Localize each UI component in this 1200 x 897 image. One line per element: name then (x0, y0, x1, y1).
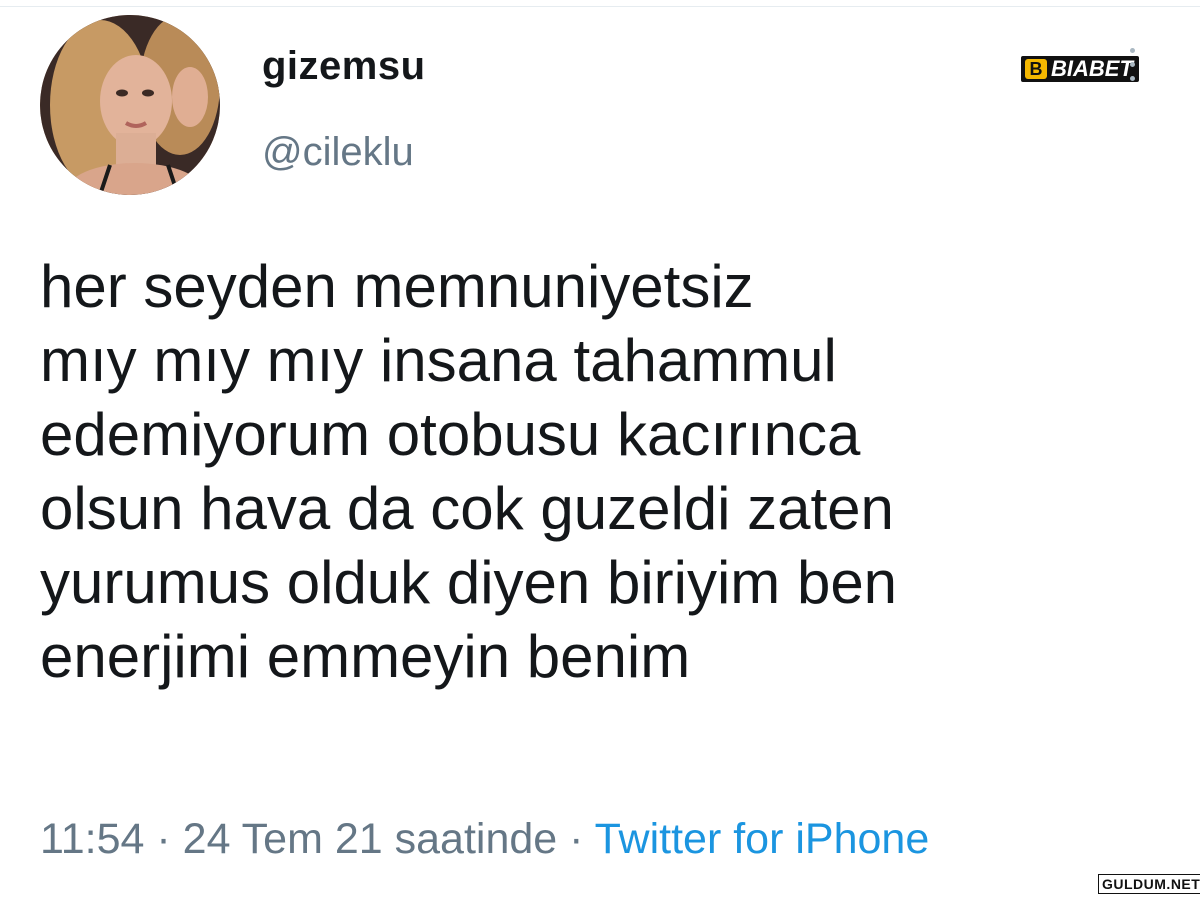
avatar[interactable] (40, 15, 220, 195)
tweet-text-line: olsun hava da cok guzeldi zaten (40, 475, 894, 542)
tweet-time[interactable]: 11:54 (40, 815, 144, 863)
biabet-logo-icon: B (1025, 59, 1047, 79)
tweet-text-line: her seyden memnuniyetsiz (40, 253, 754, 320)
author-display-name[interactable]: gizemsu (262, 44, 426, 89)
tweet-text-line: edemiyorum otobusu kacırınca (40, 401, 861, 468)
guldum-watermark: GULDUM.NET (1098, 874, 1200, 894)
avatar-photo (40, 15, 220, 195)
meta-separator: · (569, 815, 584, 863)
tweet-meta: 11:54 · 24 Tem 21 saatinde · Twitter for… (40, 815, 929, 864)
meta-separator: · (156, 815, 171, 863)
tweet-text-line: mıy mıy mıy insana tahammul (40, 327, 837, 394)
tweet-source-link[interactable]: Twitter for iPhone (595, 815, 930, 863)
tweet-date[interactable]: 24 Tem 21 saatinde (183, 815, 558, 863)
more-vertical-icon[interactable] (1120, 48, 1144, 94)
author-handle[interactable]: @cileklu (262, 130, 414, 175)
tweet-text-line: enerjimi emmeyin benim (40, 623, 691, 690)
tweet-card: gizemsu @cileklu B BIABET her seyden mem… (0, 0, 1200, 897)
tweet-text: her seyden memnuniyetsiz mıy mıy mıy ins… (40, 250, 1160, 694)
tweet-text-line: yurumus olduk diyen biriyim ben (40, 549, 898, 616)
